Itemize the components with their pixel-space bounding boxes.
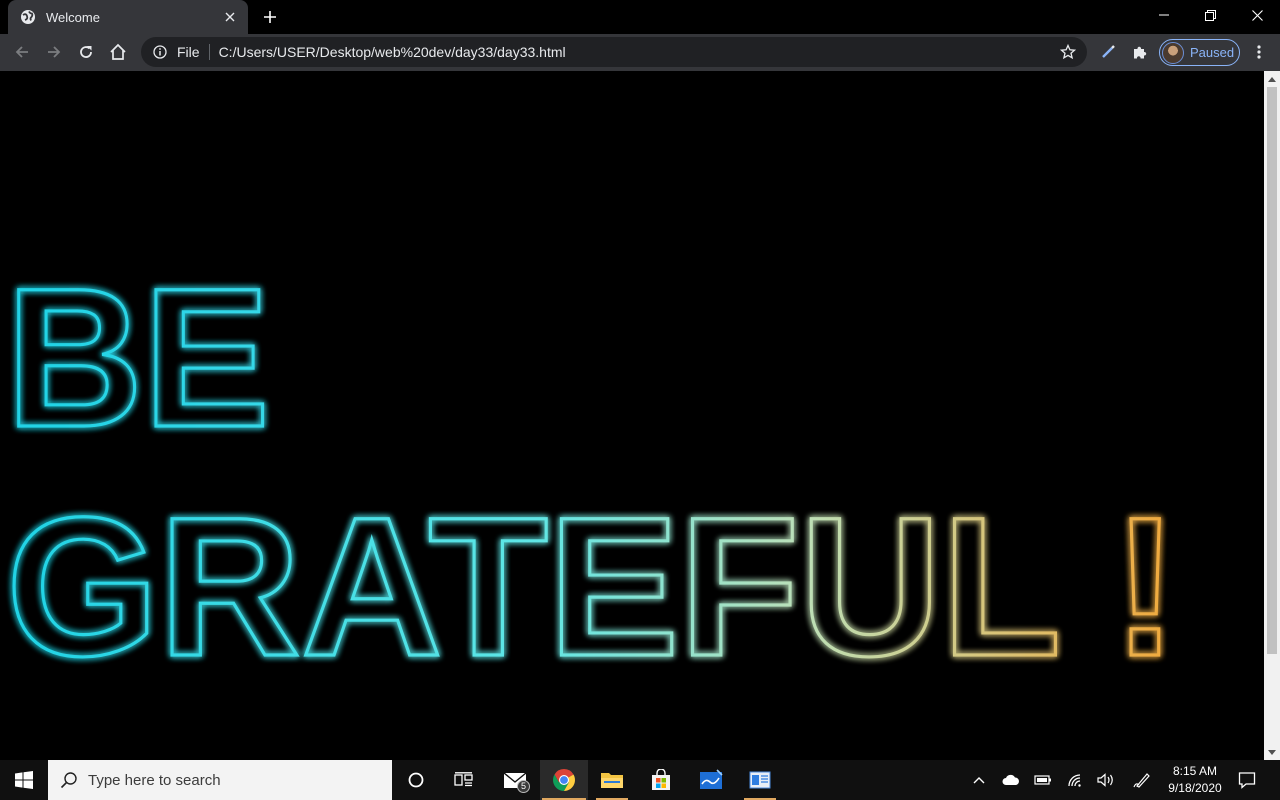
mail-badge: 5	[517, 780, 530, 793]
reload-button[interactable]	[72, 38, 100, 66]
tab-title: Welcome	[46, 9, 100, 25]
file-explorer-button[interactable]	[588, 760, 636, 800]
tab-strip: Welcome	[0, 0, 1280, 34]
folder-icon	[601, 773, 623, 788]
kebab-menu-icon[interactable]	[1245, 38, 1273, 66]
search-placeholder: Type here to search	[88, 771, 221, 789]
battery-tray-button[interactable]	[1030, 760, 1056, 800]
close-window-button[interactable]	[1234, 0, 1280, 30]
url-scheme-label: File	[177, 44, 200, 60]
chevron-up-icon	[973, 777, 985, 784]
avatar	[1162, 41, 1184, 64]
url-text[interactable]: C:/Users/USER/Desktop/web%20dev/day33/da…	[219, 44, 1057, 60]
window-app-icon	[749, 771, 771, 789]
headline-line-2: GRATEFUL !	[6, 476, 1178, 697]
control-panel-button[interactable]	[736, 760, 784, 800]
store-app-button[interactable]	[637, 760, 685, 800]
vertical-scrollbar[interactable]	[1264, 71, 1280, 760]
battery-icon	[1034, 775, 1051, 785]
windows-logo-icon	[15, 771, 33, 789]
pen-icon	[1133, 773, 1150, 788]
wifi-icon	[1068, 774, 1081, 787]
whiteboard-app-button[interactable]	[687, 760, 735, 800]
taskbar-clock[interactable]: 8:15 AM 9/18/2020	[1160, 763, 1230, 797]
tab-welcome[interactable]: Welcome	[8, 0, 248, 34]
back-button[interactable]	[8, 38, 36, 66]
extensions-puzzle-icon[interactable]	[1126, 38, 1154, 66]
forward-button[interactable]	[40, 38, 68, 66]
action-center-button[interactable]	[1234, 760, 1260, 800]
cortana-circle-icon	[408, 772, 424, 788]
scrollbar-thumb[interactable]	[1267, 87, 1277, 654]
cloud-icon	[1002, 774, 1019, 785]
neon-text-canvas: BE GRATEFUL !	[4, 245, 1179, 698]
profile-button[interactable]: Paused	[1159, 39, 1240, 66]
taskbar-search-box[interactable]: Type here to search	[48, 760, 392, 800]
bookmark-star-icon[interactable]	[1057, 41, 1079, 63]
new-tab-button[interactable]	[258, 6, 282, 28]
chrome-app-button[interactable]	[540, 760, 588, 800]
wifi-tray-button[interactable]	[1063, 760, 1089, 800]
home-button[interactable]	[104, 38, 132, 66]
browser-toolbar: File C:/Users/USER/Desktop/web%20dev/day…	[0, 34, 1280, 71]
volume-tray-button[interactable]	[1093, 760, 1119, 800]
show-hidden-icons-button[interactable]	[967, 760, 991, 800]
scroll-up-arrow-icon[interactable]	[1264, 71, 1280, 87]
clock-date: 9/18/2020	[1168, 781, 1222, 795]
speaker-icon	[1097, 773, 1113, 787]
pen-extension-icon[interactable]	[1094, 38, 1122, 66]
windows-taskbar: Type here to search 5 8:15 AM 9/18/2020	[0, 760, 1280, 800]
task-view-icon	[454, 772, 473, 787]
headline-line-1: BE	[6, 247, 270, 468]
whiteboard-icon	[700, 769, 723, 789]
search-icon	[60, 772, 77, 789]
task-view-button[interactable]	[440, 760, 488, 800]
chrome-icon	[553, 769, 575, 791]
globe-icon	[20, 9, 36, 25]
info-icon[interactable]	[151, 43, 169, 61]
address-bar[interactable]: File C:/Users/USER/Desktop/web%20dev/day…	[141, 37, 1087, 67]
restore-button[interactable]	[1187, 0, 1233, 30]
cortana-button[interactable]	[392, 760, 440, 800]
start-button[interactable]	[0, 760, 48, 800]
notification-icon	[1238, 772, 1256, 789]
profile-status-label: Paused	[1190, 45, 1235, 60]
onedrive-tray-button[interactable]	[998, 760, 1024, 800]
omnibox-divider	[208, 44, 210, 60]
tab-close-icon[interactable]	[222, 9, 238, 25]
minimize-button[interactable]	[1141, 0, 1187, 30]
clock-time: 8:15 AM	[1172, 764, 1218, 778]
mail-app-button[interactable]: 5	[491, 760, 539, 800]
scroll-down-arrow-icon[interactable]	[1264, 744, 1280, 760]
page-viewport: BE GRATEFUL !	[0, 71, 1264, 760]
store-bag-icon	[652, 769, 670, 790]
pen-workspace-tray-button[interactable]	[1129, 760, 1155, 800]
